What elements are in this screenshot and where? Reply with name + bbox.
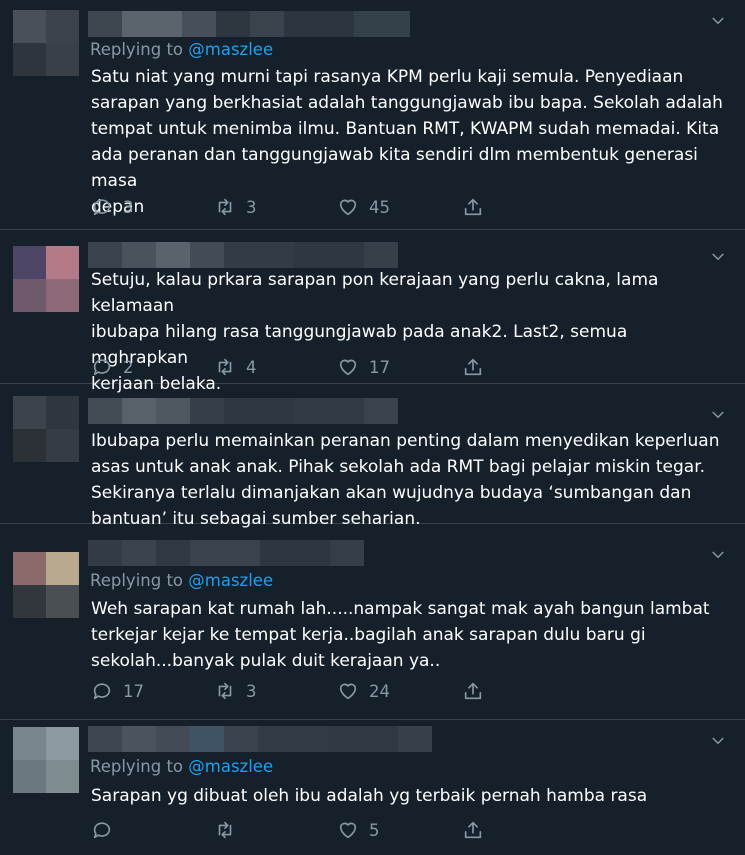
share-upload-icon: [464, 821, 482, 839]
avatar[interactable]: [13, 727, 79, 793]
reply-count: 3: [123, 197, 134, 217]
replying-to-handle-link[interactable]: @maszlee: [188, 757, 273, 776]
action-bar: 5: [91, 819, 491, 843]
action-bar: 17 3 24: [91, 680, 491, 704]
share-upload-icon: [464, 358, 482, 376]
retweet-button[interactable]: 4: [214, 356, 257, 378]
retweet-icon: [218, 198, 232, 216]
replying-to: Replying to @maszlee: [90, 40, 273, 59]
chevron-down-icon[interactable]: [709, 12, 727, 30]
reply-bubble-icon: [93, 683, 111, 700]
retweet-button[interactable]: 3: [214, 196, 257, 218]
chevron-down-icon[interactable]: [709, 546, 727, 564]
share-button[interactable]: [462, 196, 484, 218]
like-count: 45: [369, 197, 390, 217]
replying-to-handle-link[interactable]: @maszlee: [188, 571, 273, 590]
like-count: 17: [369, 357, 390, 377]
share-upload-icon: [464, 198, 482, 216]
display-name-blurred[interactable]: [88, 540, 364, 566]
reply-text: Ibubapa perlu memainkan peranan penting …: [91, 431, 720, 529]
display-name-blurred[interactable]: [88, 726, 432, 752]
reply-bubble-icon: [93, 359, 111, 376]
replying-to: Replying to @maszlee: [90, 571, 273, 590]
avatar[interactable]: [13, 10, 79, 76]
reply-card[interactable]: Replying to @maszlee Satu niat yang murn…: [0, 0, 745, 230]
like-button[interactable]: 24: [337, 680, 390, 702]
share-upload-icon: [464, 682, 482, 700]
reply-button[interactable]: 2: [91, 356, 134, 378]
reply-text: Sarapan yg dibuat oleh ibu adalah yg ter…: [91, 786, 648, 806]
reply-bubble-icon: [93, 199, 111, 216]
chevron-down-icon[interactable]: [709, 406, 727, 424]
retweet-count: 3: [246, 681, 257, 701]
like-button[interactable]: 5: [337, 819, 380, 841]
heart-icon: [339, 199, 357, 216]
reply-button[interactable]: [91, 819, 123, 841]
reply-count: 2: [123, 357, 134, 377]
replying-to: Replying to @maszlee: [90, 757, 273, 776]
reply-card[interactable]: Replying to @maszlee Weh sarapan kat rum…: [0, 524, 745, 720]
replying-to-label: Replying to: [90, 40, 184, 59]
heart-icon: [339, 359, 357, 376]
heart-icon: [339, 683, 357, 700]
reply-card[interactable]: Replying to @maszlee Sarapan yg dibuat o…: [0, 720, 745, 855]
reply-bubble-icon: [93, 822, 111, 839]
heart-icon: [339, 822, 357, 839]
retweet-button[interactable]: [214, 819, 246, 841]
reply-card[interactable]: Setuju, kalau prkara sarapan pon kerajaa…: [0, 230, 745, 394]
avatar[interactable]: [13, 246, 79, 312]
avatar[interactable]: [13, 396, 79, 462]
retweet-count: 4: [246, 357, 257, 377]
display-name-blurred[interactable]: [88, 242, 398, 268]
chevron-down-icon[interactable]: [709, 732, 727, 750]
display-name-blurred[interactable]: [88, 398, 398, 424]
like-button[interactable]: 17: [337, 356, 390, 378]
action-bar: 2 4 17: [91, 356, 491, 380]
reply-count: 17: [123, 681, 144, 701]
like-count: 24: [369, 681, 390, 701]
chevron-down-icon[interactable]: [709, 248, 727, 266]
share-button[interactable]: [462, 356, 484, 378]
reply-button[interactable]: 17: [91, 680, 144, 702]
retweet-icon: [218, 358, 232, 376]
replying-to-label: Replying to: [90, 757, 184, 776]
retweet-button[interactable]: 3: [214, 680, 257, 702]
share-button[interactable]: [462, 819, 484, 841]
display-name-blurred[interactable]: [88, 11, 410, 37]
replying-to-label: Replying to: [90, 571, 184, 590]
reply-card[interactable]: Ibubapa perlu memainkan peranan penting …: [0, 384, 745, 529]
retweet-icon: [218, 682, 232, 700]
action-bar: 3 3 45: [91, 196, 491, 220]
like-count: 5: [369, 820, 380, 840]
like-button[interactable]: 45: [337, 196, 390, 218]
retweet-count: 3: [246, 197, 257, 217]
retweet-icon: [218, 821, 232, 839]
replying-to-handle-link[interactable]: @maszlee: [188, 40, 273, 59]
avatar[interactable]: [13, 552, 79, 618]
reply-text: Weh sarapan kat rumah lah.....nampak san…: [91, 599, 710, 671]
share-button[interactable]: [462, 680, 484, 702]
reply-button[interactable]: 3: [91, 196, 134, 218]
